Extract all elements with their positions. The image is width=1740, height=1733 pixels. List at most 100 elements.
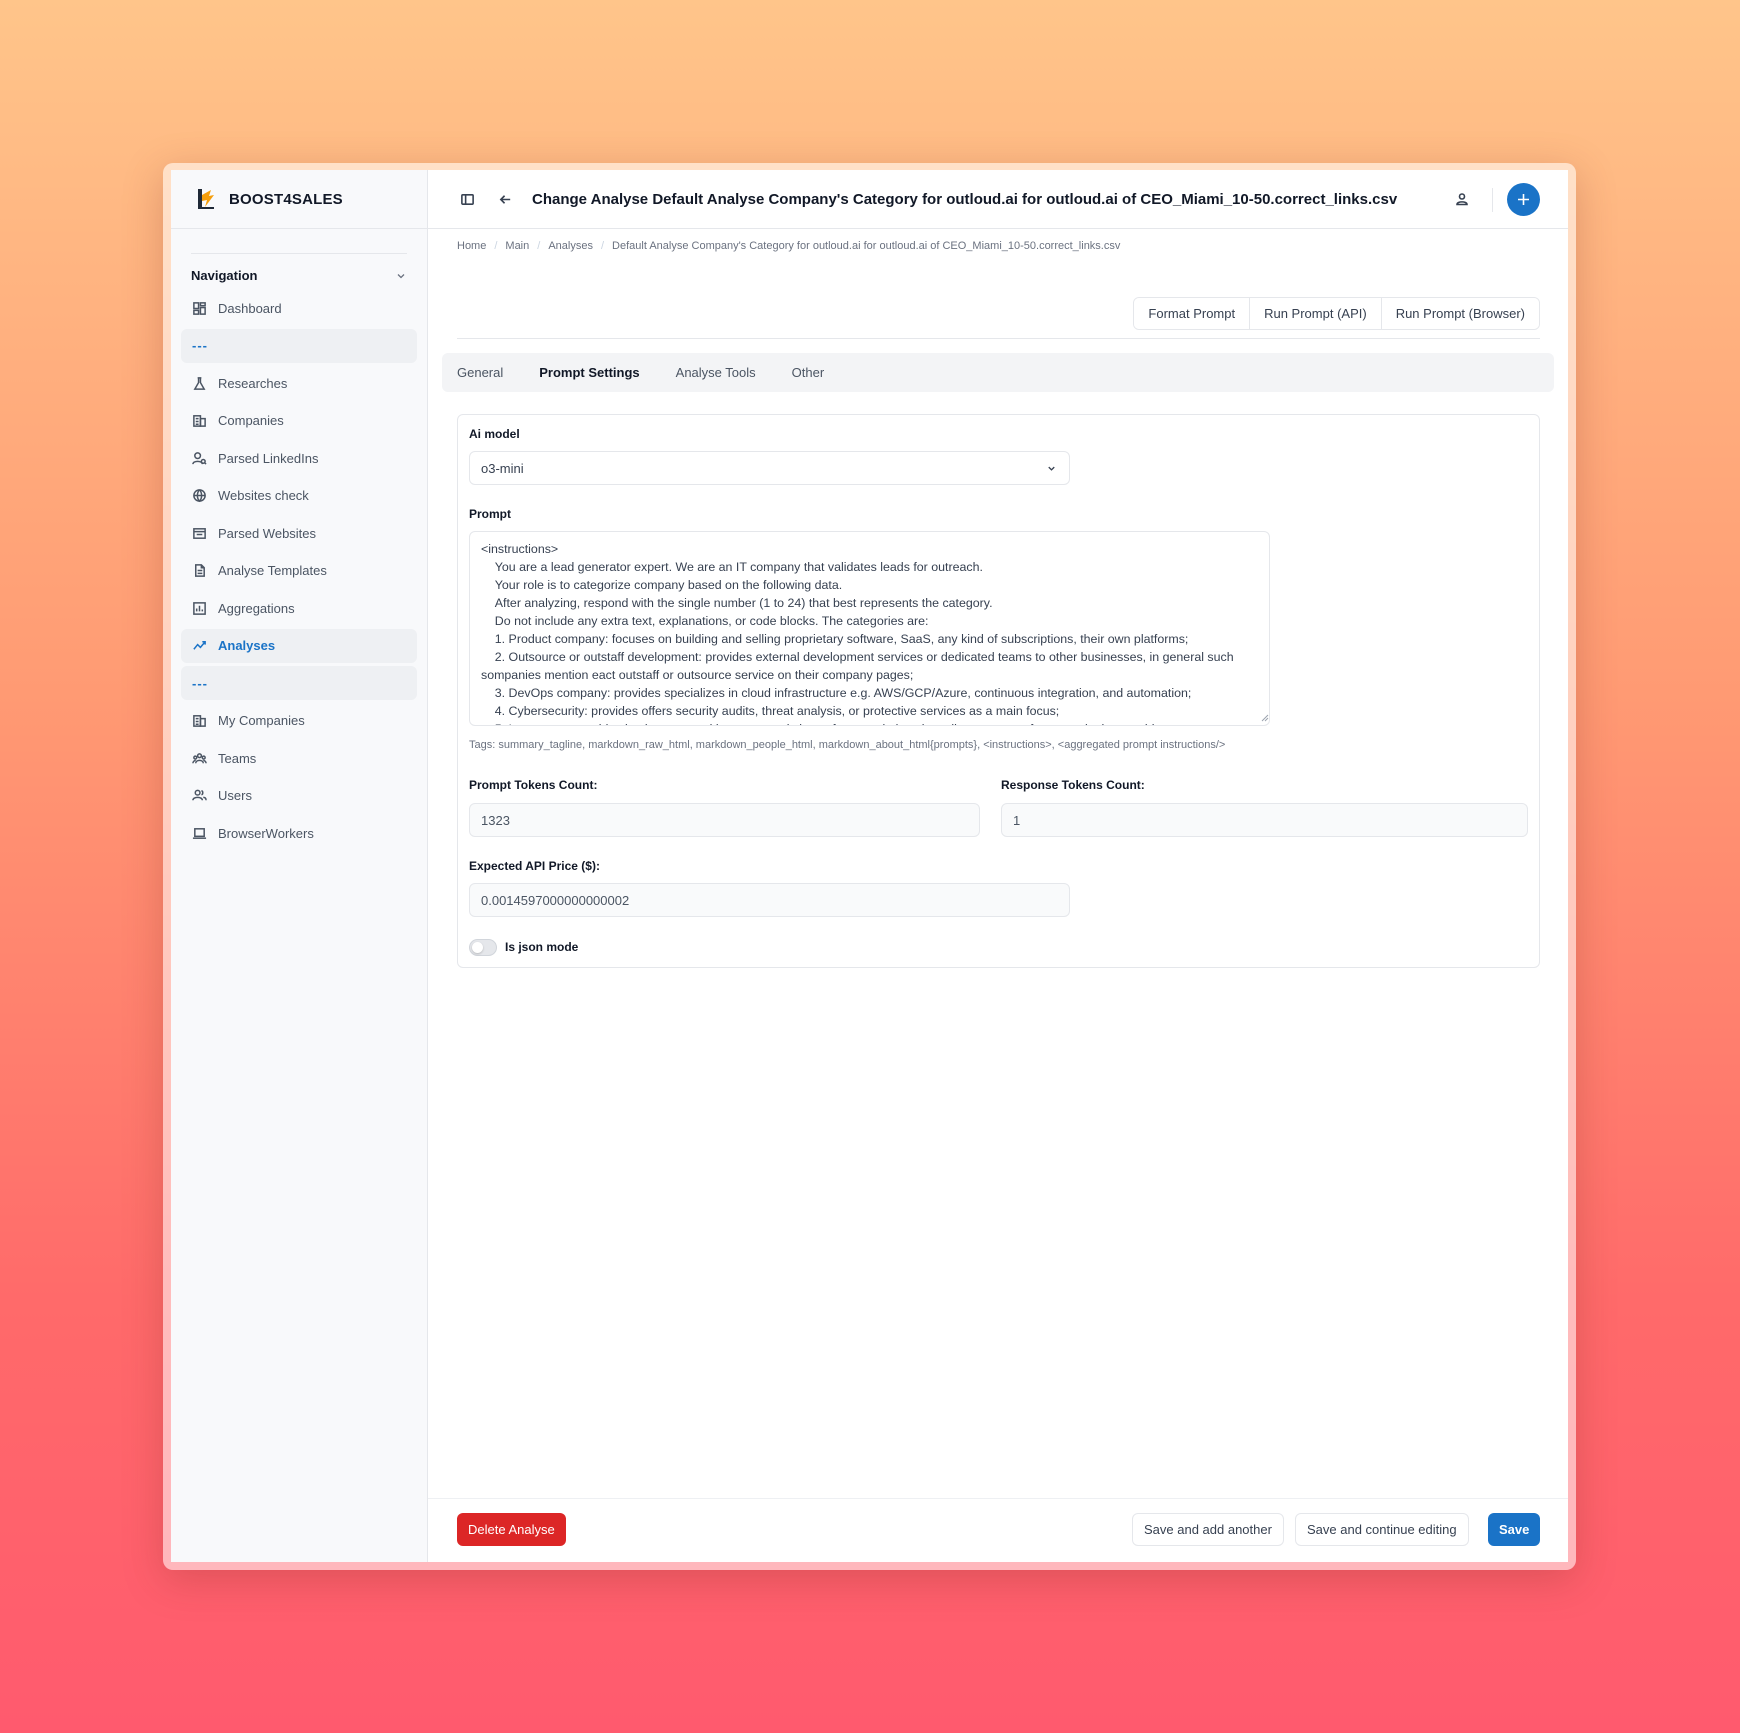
brand[interactable]: BOOST4SALES	[171, 170, 427, 229]
prompt-tokens-field[interactable]: 1323	[469, 803, 980, 837]
nav-list: Dashboard --- Researches Companies Parse…	[171, 291, 427, 850]
save-and-add-another-button[interactable]: Save and add another	[1132, 1513, 1284, 1546]
building-icon	[193, 415, 206, 427]
sidebar: BOOST4SALES Navigation Dashboard --- Res…	[171, 170, 428, 1562]
sidebar-item-label: Users	[218, 788, 252, 803]
delete-analyse-button[interactable]: Delete Analyse	[457, 1513, 566, 1546]
plus-icon	[1518, 194, 1529, 205]
sidebar-toggle-button[interactable]	[456, 188, 478, 210]
breadcrumb-analyses[interactable]: Analyses	[548, 240, 593, 252]
prompt-textarea[interactable]: <instructions> You are a lead generator …	[469, 531, 1270, 726]
dashboard-icon	[193, 301, 206, 315]
chevron-down-icon	[397, 273, 405, 278]
save-button[interactable]: Save	[1488, 1513, 1541, 1546]
response-tokens-field[interactable]: 1	[1001, 803, 1528, 837]
section-divider	[457, 338, 1540, 339]
sidebar-item-companies[interactable]: Companies	[181, 404, 417, 438]
breadcrumb-main[interactable]: Main	[505, 240, 529, 252]
sidebar-item-browserworkers[interactable]: BrowserWorkers	[181, 816, 417, 850]
sidebar-item-teams[interactable]: Teams	[181, 741, 417, 775]
sidebar-item-label: Companies	[218, 413, 284, 428]
ai-model-label: Ai model	[469, 427, 520, 441]
expected-price-label: Expected API Price ($):	[469, 859, 600, 873]
save-and-continue-button[interactable]: Save and continue editing	[1295, 1513, 1469, 1546]
user-icon	[1456, 192, 1468, 205]
sidebar-toggle-icon	[460, 193, 474, 205]
ai-model-value: o3-mini	[481, 460, 524, 476]
sidebar-item-label: Dashboard	[218, 300, 282, 316]
sidebar-item-parsed-linkedins[interactable]: Parsed LinkedIns	[181, 441, 417, 475]
sidebar-item-researches[interactable]: Researches	[181, 366, 417, 400]
sidebar-separator: ---	[181, 328, 417, 363]
nav-header-label: Navigation	[191, 268, 258, 283]
json-mode-label: Is json mode	[505, 940, 579, 954]
format-prompt-button[interactable]: Format Prompt	[1134, 298, 1251, 329]
sidebar-item-label: Parsed Websites	[218, 525, 317, 541]
breadcrumb-separator: /	[537, 240, 541, 252]
browser-window-icon	[193, 527, 206, 539]
breadcrumb-current: Default Analyse Company's Category for o…	[612, 240, 1121, 252]
page-title: Change Analyse Default Analyse Company's…	[532, 190, 1398, 208]
brand-logo-icon	[198, 189, 214, 209]
globe-icon	[193, 489, 206, 503]
sidebar-item-label: Aggregations	[218, 600, 295, 616]
sidebar-item-websites-check[interactable]: Websites check	[181, 479, 417, 513]
run-prompt-api-button[interactable]: Run Prompt (API)	[1250, 298, 1382, 329]
brand-name: BOOST4SALES	[229, 190, 343, 208]
sidebar-item-parsed-websites[interactable]: Parsed Websites	[181, 516, 417, 550]
expected-price-field[interactable]: 0.0014597000000000002	[469, 883, 1070, 917]
topbar-divider	[1492, 187, 1493, 212]
chevron-down-icon	[1048, 466, 1055, 471]
run-prompt-browser-button[interactable]: Run Prompt (Browser)	[1381, 298, 1539, 329]
users-icon	[192, 789, 207, 801]
resize-handle-icon[interactable]	[1259, 712, 1269, 722]
add-button[interactable]	[1507, 183, 1540, 216]
user-menu-button[interactable]	[1454, 191, 1472, 209]
sidebar-item-analyses[interactable]: Analyses	[181, 628, 417, 663]
topbar: Change Analyse Default Analyse Company's…	[428, 170, 1568, 229]
topbar-right	[1454, 183, 1540, 216]
sidebar-item-label: My Companies	[218, 713, 305, 728]
sidebar-item-label: ---	[192, 338, 208, 353]
tab-general[interactable]: General	[457, 365, 503, 380]
document-icon	[195, 564, 205, 577]
sidebar-item-label: Teams	[218, 750, 257, 766]
nav-header[interactable]: Navigation	[191, 253, 407, 283]
sidebar-item-analyse-templates[interactable]: Analyse Templates	[181, 554, 417, 588]
flask-icon	[193, 376, 206, 390]
prompt-action-group: Format Prompt Run Prompt (API) Run Promp…	[1133, 297, 1540, 330]
breadcrumb-separator: /	[600, 240, 605, 252]
breadcrumb-separator: /	[494, 240, 498, 252]
tab-prompt-settings[interactable]: Prompt Settings	[539, 365, 639, 380]
sidebar-item-users[interactable]: Users	[181, 779, 417, 813]
breadcrumb: Home / Main / Analyses / Default Analyse…	[457, 240, 1120, 252]
sidebar-item-label: Websites check	[218, 488, 309, 503]
main-content: Change Analyse Default Analyse Company's…	[428, 170, 1568, 1562]
form-footer: Delete Analyse Save and add another Save…	[428, 1498, 1568, 1562]
chart-box-icon	[193, 601, 206, 615]
sidebar-item-label: BrowserWorkers	[218, 825, 314, 841]
prompt-tags-hint: Tags: summary_tagline, markdown_raw_html…	[469, 739, 1226, 751]
building-icon	[193, 715, 206, 727]
response-tokens-label: Response Tokens Count:	[1001, 778, 1145, 792]
trend-line-icon	[193, 641, 206, 650]
sidebar-item-aggregations[interactable]: Aggregations	[181, 591, 417, 625]
sidebar-separator: ---	[181, 666, 417, 700]
json-mode-toggle[interactable]	[469, 939, 497, 956]
sidebar-item-label: Analyse Templates	[218, 563, 327, 578]
tab-other[interactable]: Other	[792, 365, 825, 380]
sidebar-item-label: Researches	[218, 375, 288, 391]
ai-model-select[interactable]: o3-mini	[469, 451, 1070, 485]
breadcrumb-home[interactable]: Home	[457, 240, 486, 252]
sidebar-item-my-companies[interactable]: My Companies	[181, 704, 417, 738]
prompt-label: Prompt	[469, 507, 511, 521]
sidebar-item-dashboard[interactable]: Dashboard	[181, 291, 417, 325]
laptop-icon	[192, 827, 207, 839]
tab-analyse-tools[interactable]: Analyse Tools	[676, 365, 756, 380]
sidebar-item-label: Analyses	[218, 638, 276, 653]
group-icon	[192, 752, 207, 763]
sidebar-item-label: Parsed LinkedIns	[218, 450, 319, 466]
prompt-settings-form: Ai model o3-mini Prompt <instructions> Y…	[457, 414, 1540, 968]
back-button[interactable]	[494, 188, 516, 210]
sidebar-item-label: ---	[192, 675, 208, 691]
